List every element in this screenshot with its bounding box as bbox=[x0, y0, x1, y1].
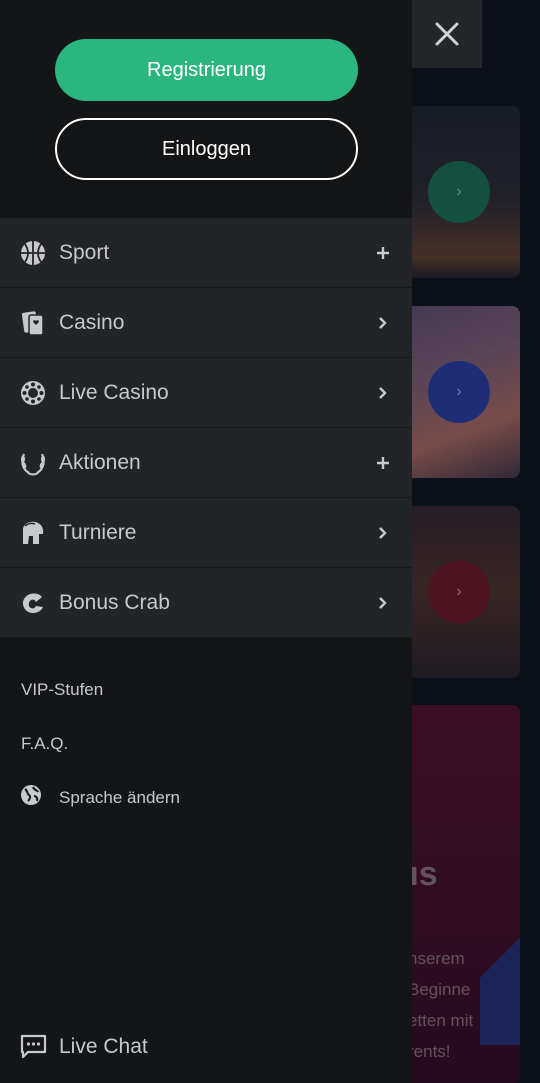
auth-section: Registrierung Einloggen bbox=[0, 0, 412, 218]
plus-icon bbox=[377, 246, 389, 259]
menu-item-turniere[interactable]: Turniere bbox=[0, 498, 412, 568]
menu-label: Sport bbox=[59, 240, 110, 264]
menu-label: Bonus Crab bbox=[59, 590, 170, 614]
menu-item-sport[interactable]: Sport bbox=[0, 218, 412, 288]
menu-label: Aktionen bbox=[59, 450, 141, 474]
menu-label: Live Casino bbox=[59, 380, 169, 404]
menu-item-aktionen[interactable]: Aktionen bbox=[0, 428, 412, 498]
chevron-right-icon bbox=[379, 316, 387, 329]
laurel-icon bbox=[21, 453, 45, 476]
poker-chip-icon bbox=[21, 381, 45, 405]
close-icon bbox=[435, 22, 459, 46]
globe-icon bbox=[21, 785, 41, 805]
main-menu: Sport Casino Live Casino Aktionen Turnie… bbox=[0, 218, 412, 638]
chevron-right-icon bbox=[379, 526, 387, 539]
register-button[interactable]: Registrierung bbox=[55, 39, 358, 101]
crab-claw-icon bbox=[23, 593, 43, 613]
menu-label: Casino bbox=[59, 310, 125, 334]
cards-icon bbox=[21, 311, 44, 336]
vip-link[interactable]: VIP-Stufen bbox=[21, 680, 103, 700]
menu-item-casino[interactable]: Casino bbox=[0, 288, 412, 358]
close-button[interactable] bbox=[412, 0, 482, 68]
navigation-drawer: Registrierung Einloggen Sport Casino Liv… bbox=[0, 0, 412, 1083]
language-link[interactable]: Sprache ändern bbox=[59, 788, 180, 808]
live-chat-label: Live Chat bbox=[59, 1034, 148, 1058]
chevron-right-icon bbox=[379, 386, 387, 399]
faq-link[interactable]: F.A.Q. bbox=[21, 734, 68, 754]
menu-item-live-casino[interactable]: Live Casino bbox=[0, 358, 412, 428]
plus-icon bbox=[377, 456, 389, 469]
login-button[interactable]: Einloggen bbox=[55, 118, 358, 180]
live-chat-button[interactable]: Live Chat bbox=[20, 1034, 148, 1059]
basketball-icon bbox=[21, 241, 45, 265]
chevron-right-icon bbox=[379, 596, 387, 609]
spartan-helmet-icon bbox=[23, 521, 44, 544]
menu-label: Turniere bbox=[59, 520, 137, 544]
chat-bubble-icon bbox=[20, 1034, 47, 1059]
menu-item-bonus-crab[interactable]: Bonus Crab bbox=[0, 568, 412, 638]
